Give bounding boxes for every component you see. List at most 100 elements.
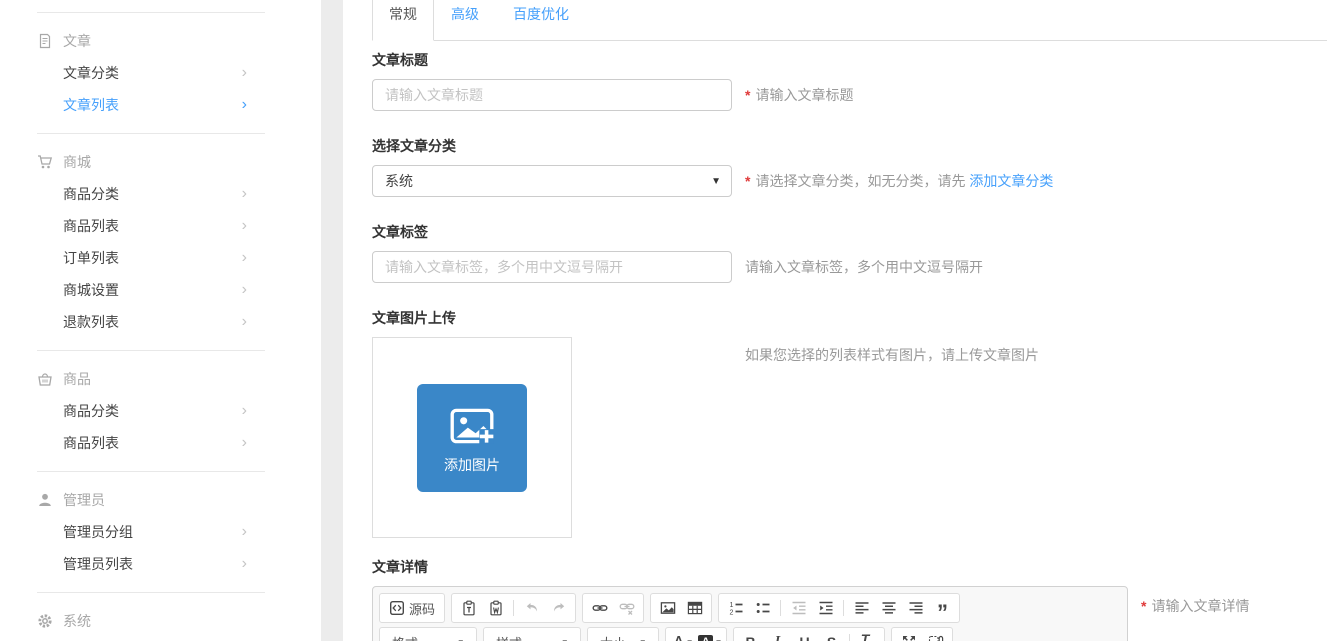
align-right-button[interactable] [902, 595, 929, 621]
bulleted-list-button[interactable] [749, 595, 776, 621]
sidebar-item-label: 管理员分组 [63, 522, 133, 542]
field-article-tags: 文章标签 请输入文章标签，多个用中文逗号隔开 [372, 222, 1327, 283]
sidebar-item-label: 商品列表 [63, 433, 119, 453]
undo-icon [524, 600, 540, 616]
sidebar-item-refund-list[interactable]: 退款列表 › [0, 306, 321, 338]
text-color-button[interactable]: A ▾ [669, 629, 696, 641]
layout-gutter [321, 0, 343, 641]
field-hint: *请输入文章详情 [1141, 596, 1249, 616]
article-form: 文章标题 *请输入文章标题 选择文章分类 系统 ▼ *请选 [372, 41, 1327, 641]
font-size-dropdown[interactable]: 大小 ▾ [592, 628, 654, 641]
text-color-icon: A [673, 634, 684, 641]
toolbar-separator [780, 600, 781, 616]
rich-text-editor: 源码 [372, 586, 1128, 641]
background-color-button[interactable]: A ▾ [696, 629, 723, 641]
required-asterisk: * [745, 87, 750, 103]
insert-image-button[interactable] [654, 595, 681, 621]
sidebar-item-goods-list[interactable]: 商品列表 › [0, 427, 321, 459]
paste-from-word-button[interactable] [482, 595, 509, 621]
link-button[interactable] [586, 595, 613, 621]
styles-dropdown[interactable]: 样式 ▾ [488, 628, 576, 641]
add-image-label: 添加图片 [444, 455, 500, 475]
sidebar-item-label: 商品分类 [63, 401, 119, 421]
sidebar-item-label: 商品分类 [63, 184, 119, 204]
unlink-button[interactable] [613, 595, 640, 621]
add-image-button[interactable]: 添加图片 [417, 384, 527, 492]
italic-button[interactable]: I [764, 629, 791, 641]
sidebar-item-article-category[interactable]: 文章分类 › [0, 57, 321, 89]
show-blocks-button[interactable] [922, 629, 949, 641]
field-hint: *请输入文章标题 [745, 85, 853, 105]
add-category-link[interactable]: 添加文章分类 [969, 173, 1053, 189]
show-blocks-icon [928, 634, 944, 641]
format-dropdown-label: 格式 [392, 633, 418, 641]
caret-down-icon: ▾ [562, 637, 567, 641]
sidebar-section-system: 系统 基本信息 › [0, 593, 321, 641]
remove-format-button[interactable]: Tx [854, 629, 881, 641]
blockquote-icon: ” [937, 609, 948, 618]
editor-toolbar: 源码 [373, 587, 1127, 641]
sidebar-header-mall[interactable]: 商城 [0, 146, 321, 178]
align-left-button[interactable] [848, 595, 875, 621]
blockquote-button[interactable]: ” [929, 595, 956, 621]
outdent-button[interactable] [785, 595, 812, 621]
sidebar-item-product-list[interactable]: 商品列表 › [0, 210, 321, 242]
ordered-list-button[interactable]: 12 [722, 595, 749, 621]
sidebar-header-admin[interactable]: 管理员 [0, 484, 321, 516]
field-article-image: 文章图片上传 添加图片 [372, 308, 1327, 538]
chevron-right-icon: › [242, 556, 247, 572]
article-title-input[interactable] [372, 79, 732, 111]
sidebar-item-admin-group[interactable]: 管理员分组 › [0, 516, 321, 548]
sidebar-item-basic-info[interactable]: 基本信息 › [0, 637, 321, 641]
chevron-right-icon: › [242, 403, 247, 419]
field-hint: *请选择文章分类，如无分类，请先 添加文章分类 [745, 171, 1053, 191]
sidebar-item-product-category[interactable]: 商品分类 › [0, 178, 321, 210]
article-category-select[interactable]: 系统 ▼ [372, 165, 732, 197]
sidebar-item-article-list[interactable]: 文章列表 › [0, 89, 321, 121]
sidebar-header-system[interactable]: 系统 [0, 605, 321, 637]
format-dropdown[interactable]: 格式 ▾ [384, 628, 472, 641]
paste-as-text-button[interactable] [455, 595, 482, 621]
sidebar-item-admin-list[interactable]: 管理员列表 › [0, 548, 321, 580]
tab-advanced[interactable]: 高级 [434, 0, 496, 41]
redo-button[interactable] [545, 595, 572, 621]
image-upload-dropzone[interactable]: 添加图片 [372, 337, 572, 538]
sidebar-item-order-list[interactable]: 订单列表 › [0, 242, 321, 274]
sidebar-header-goods[interactable]: 商品 [0, 363, 321, 395]
insert-table-icon [687, 600, 703, 616]
chevron-right-icon: › [242, 186, 247, 202]
main-content: 常规 高级 百度优化 文章标题 *请输入文章标题 选择文章分类 [343, 0, 1327, 641]
link-icon [592, 600, 608, 616]
system-icon [37, 613, 53, 629]
undo-button[interactable] [518, 595, 545, 621]
required-asterisk: * [745, 173, 750, 189]
sidebar-item-mall-settings[interactable]: 商城设置 › [0, 274, 321, 306]
indent-button[interactable] [812, 595, 839, 621]
sidebar-header-label: 管理员 [63, 490, 105, 510]
chevron-right-icon: › [242, 65, 247, 81]
chevron-right-icon: › [242, 218, 247, 234]
toolbar-separator [513, 600, 514, 616]
source-code-button[interactable]: 源码 [383, 595, 441, 621]
sidebar-item-goods-category[interactable]: 商品分类 › [0, 395, 321, 427]
insert-table-button[interactable] [681, 595, 708, 621]
tab-baidu-seo[interactable]: 百度优化 [496, 0, 586, 41]
article-icon [37, 33, 53, 49]
maximize-icon [901, 634, 917, 641]
article-tags-input[interactable] [372, 251, 732, 283]
caret-down-icon: ▾ [716, 637, 721, 641]
caret-down-icon: ▾ [640, 637, 645, 641]
paste-word-icon [488, 600, 504, 616]
field-label: 文章标题 [372, 50, 1327, 70]
paste-text-icon [461, 600, 477, 616]
font-size-dropdown-label: 大小 [600, 633, 626, 641]
underline-button[interactable]: U [791, 629, 818, 641]
align-center-button[interactable] [875, 595, 902, 621]
tab-general[interactable]: 常规 [372, 0, 434, 41]
sidebar-header-article[interactable]: 文章 [0, 25, 321, 57]
unlink-icon [619, 600, 635, 616]
bold-button[interactable]: B [737, 629, 764, 641]
maximize-button[interactable] [895, 629, 922, 641]
field-label: 文章图片上传 [372, 308, 1327, 328]
strikethrough-button[interactable]: S [818, 629, 845, 641]
